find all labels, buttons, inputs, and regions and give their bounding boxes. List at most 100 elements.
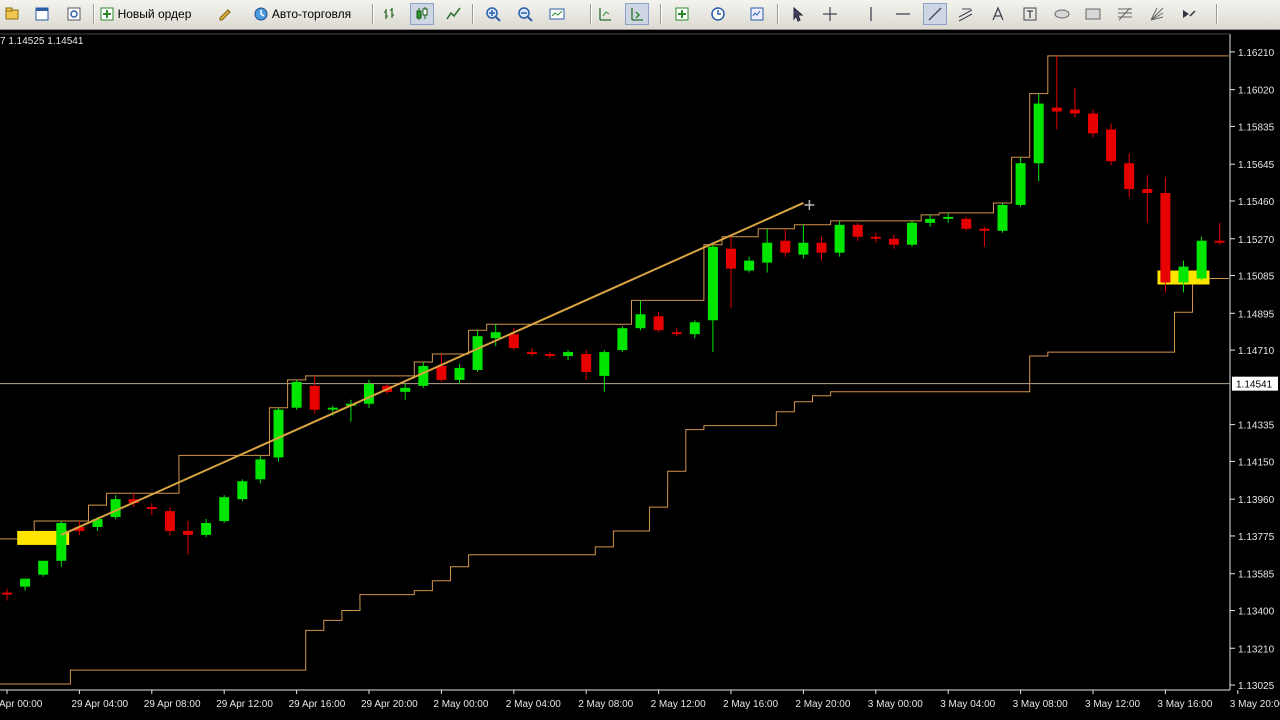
candle-body[interactable] xyxy=(617,328,628,351)
price-chart[interactable]: 1.16210 1.16020 1.15835 1.15645 1.15460 1.152… xyxy=(0,30,1280,720)
zoom-out-button[interactable] xyxy=(513,3,537,25)
candle-body[interactable] xyxy=(870,236,881,239)
templates-button[interactable] xyxy=(745,3,769,25)
candle-body[interactable] xyxy=(780,240,791,253)
candle-body[interactable] xyxy=(1088,113,1098,134)
bar-chart-button[interactable] xyxy=(378,3,402,25)
arrows-button[interactable] xyxy=(1177,3,1201,25)
candle-body[interactable] xyxy=(20,578,31,587)
profiles-button[interactable] xyxy=(0,3,24,25)
candle-body[interactable] xyxy=(454,367,465,380)
fibonacci-button[interactable] xyxy=(1113,3,1137,25)
vertical-line-button[interactable] xyxy=(859,3,883,25)
candle-body[interactable] xyxy=(1214,240,1225,243)
candle-body[interactable] xyxy=(563,352,574,357)
ellipse-button[interactable] xyxy=(1050,3,1074,25)
candle-body[interactable] xyxy=(671,332,682,335)
candle-body[interactable] xyxy=(255,459,266,480)
text-label-button[interactable] xyxy=(1018,3,1042,25)
candle-body[interactable] xyxy=(56,523,67,561)
candle-body[interactable] xyxy=(852,224,863,237)
line-chart-button[interactable] xyxy=(442,3,466,25)
chart-shift-button[interactable] xyxy=(593,3,617,25)
candle-body[interactable] xyxy=(2,592,12,595)
candle-body[interactable] xyxy=(1106,129,1117,162)
candle-body[interactable] xyxy=(1033,103,1044,164)
chart-canvas[interactable]: 1.16210 1.16020 1.15835 1.15645 1.15460 1.152… xyxy=(0,30,1280,720)
tile-windows-button[interactable] xyxy=(545,3,569,25)
horizontal-line-button[interactable] xyxy=(891,3,915,25)
candle-body[interactable] xyxy=(925,218,936,223)
candle-body[interactable] xyxy=(490,332,501,339)
time-label: 2 May 12:00 xyxy=(651,699,706,710)
indicators-button[interactable] xyxy=(670,3,694,25)
candle-body[interactable] xyxy=(508,334,519,349)
candle-body[interactable] xyxy=(689,322,700,335)
trendline-button[interactable] xyxy=(923,3,947,25)
candle-body[interactable] xyxy=(400,387,411,392)
candle-body[interactable] xyxy=(273,409,284,458)
candlestick-button[interactable] xyxy=(410,3,434,25)
ohlc-readout: 7 1.14525 1.14541 xyxy=(0,36,84,47)
candle-body[interactable] xyxy=(1069,109,1080,114)
candle-body[interactable] xyxy=(707,246,718,321)
candle-body[interactable] xyxy=(726,248,736,269)
candle-body[interactable] xyxy=(364,383,374,404)
candle-body[interactable] xyxy=(327,407,338,410)
candle-body[interactable] xyxy=(1051,107,1062,112)
candle-body[interactable] xyxy=(1196,240,1207,279)
text-button[interactable] xyxy=(986,3,1010,25)
candle-body[interactable] xyxy=(545,354,555,357)
crosshair-button[interactable] xyxy=(818,3,842,25)
candle-body[interactable] xyxy=(164,511,175,531)
price-label: 1.14895 xyxy=(1238,309,1275,320)
candle-body[interactable] xyxy=(1160,193,1171,283)
candle-body[interactable] xyxy=(526,352,537,355)
autoscroll-icon xyxy=(631,8,643,21)
auto-trading-button[interactable]: Авто-торговля xyxy=(245,3,359,25)
autoscroll-button[interactable] xyxy=(625,3,649,25)
candle-body[interactable] xyxy=(1124,163,1135,190)
candle-body[interactable] xyxy=(418,365,429,386)
candle-body[interactable] xyxy=(961,218,972,229)
candle-body[interactable] xyxy=(943,216,954,219)
candle-body[interactable] xyxy=(309,385,320,410)
candle-body[interactable] xyxy=(201,523,212,535)
candle-body[interactable] xyxy=(291,381,302,408)
new-order-button[interactable]: Новый ордер xyxy=(95,3,195,25)
rectangle-button[interactable] xyxy=(1081,3,1105,25)
periods-button[interactable] xyxy=(706,3,730,25)
candle-body[interactable] xyxy=(581,354,592,372)
candle-body[interactable] xyxy=(834,224,845,253)
candle-body[interactable] xyxy=(237,481,248,500)
cursor-button[interactable] xyxy=(786,3,810,25)
candle-body[interactable] xyxy=(1178,266,1189,283)
zoom-in-button[interactable] xyxy=(481,3,505,25)
candle-body[interactable] xyxy=(816,242,827,253)
gann-fan-button[interactable] xyxy=(1145,3,1169,25)
candle-body[interactable] xyxy=(635,314,646,329)
candle-body[interactable] xyxy=(219,497,230,522)
candle-body[interactable] xyxy=(997,204,1008,231)
candlestick-icon xyxy=(416,7,428,20)
candle-body[interactable] xyxy=(653,316,664,331)
candle-body[interactable] xyxy=(798,242,809,255)
candle-body[interactable] xyxy=(472,336,483,370)
candle-body[interactable] xyxy=(599,352,610,376)
metaeditor-button[interactable] xyxy=(213,3,237,25)
candle-body[interactable] xyxy=(744,260,755,271)
candle-body[interactable] xyxy=(183,530,193,535)
candle-body[interactable] xyxy=(888,238,899,245)
candle-body[interactable] xyxy=(146,507,157,510)
candle-body[interactable] xyxy=(38,560,49,575)
candle-body[interactable] xyxy=(979,228,990,231)
equidistant-channel-button[interactable] xyxy=(954,3,978,25)
trendline[interactable] xyxy=(60,202,804,536)
window-button[interactable] xyxy=(30,3,54,25)
candle-body[interactable] xyxy=(436,365,447,380)
candle-body[interactable] xyxy=(762,242,773,263)
data-window-button[interactable] xyxy=(62,3,86,25)
candle-body[interactable] xyxy=(1142,189,1153,194)
candle-body[interactable] xyxy=(1015,163,1026,205)
candle-body[interactable] xyxy=(907,222,917,245)
